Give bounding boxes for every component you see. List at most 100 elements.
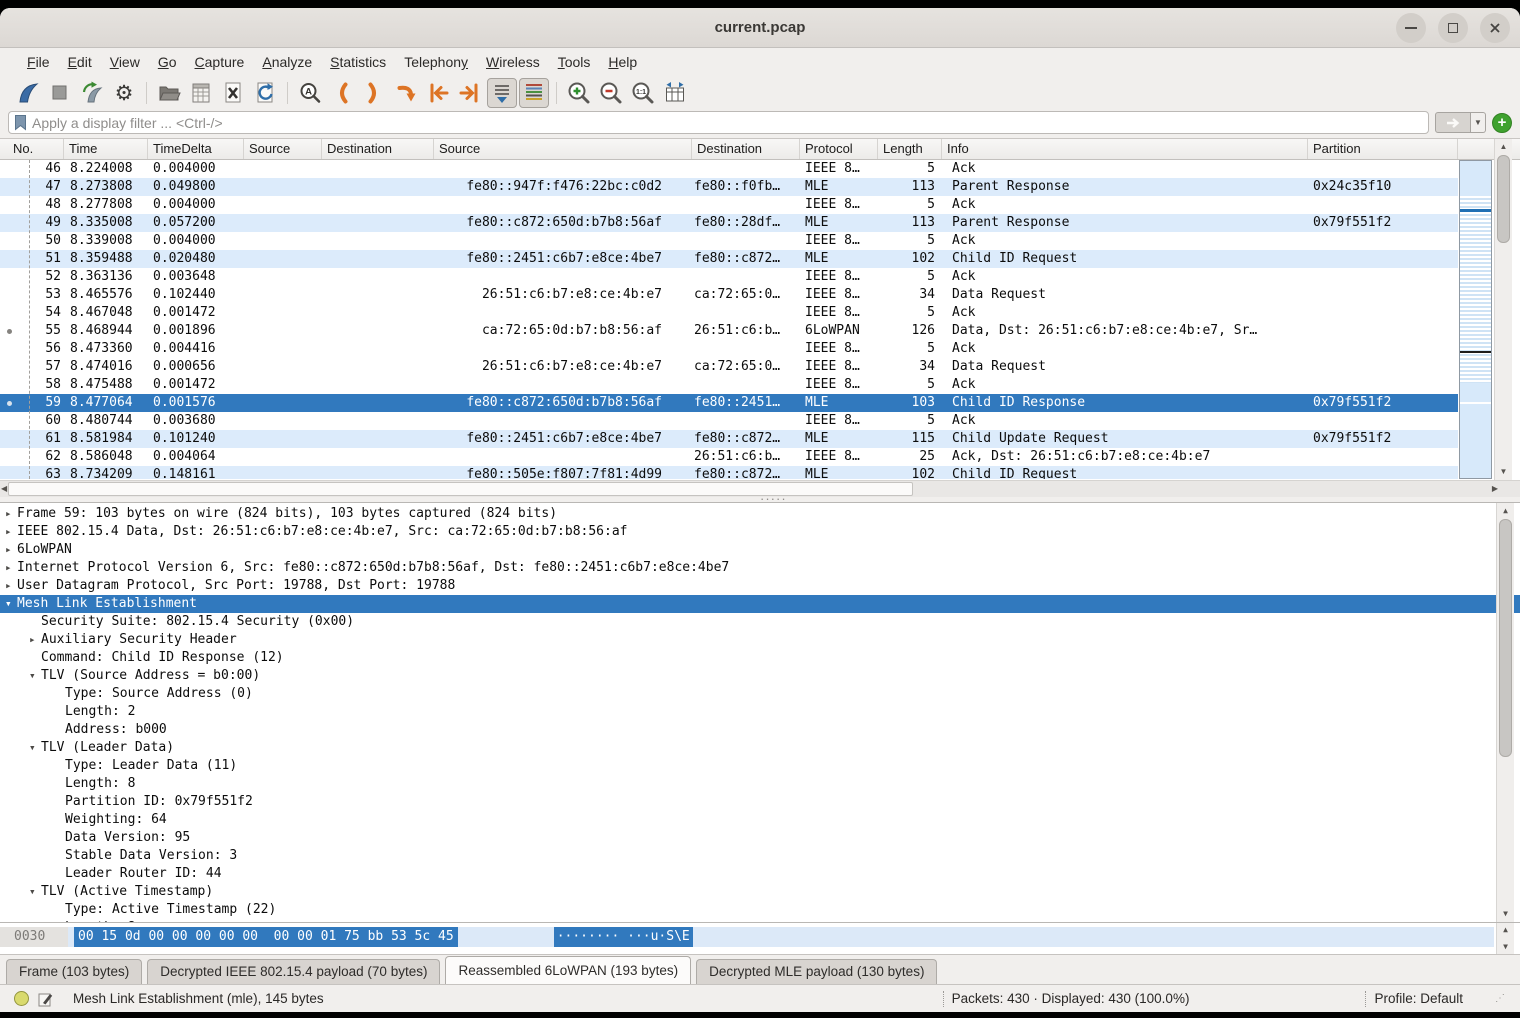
column-header-protocol[interactable]: Protocol bbox=[800, 139, 878, 159]
expand-closed-icon[interactable]: ▸ bbox=[0, 559, 17, 577]
start-capture-button[interactable] bbox=[13, 78, 43, 108]
menu-help[interactable]: Help bbox=[599, 50, 646, 74]
column-header-destination[interactable]: Destination bbox=[692, 139, 800, 159]
go-to-packet-button[interactable] bbox=[391, 78, 421, 108]
menu-capture[interactable]: Capture bbox=[186, 50, 254, 74]
detail-row[interactable]: ▸User Datagram Protocol, Src Port: 19788… bbox=[0, 577, 1520, 595]
next-packet-button[interactable] bbox=[359, 78, 389, 108]
scroll-up-arrow[interactable]: ▲ bbox=[1495, 140, 1512, 154]
detail-row[interactable]: ▾TLV (Source Address = b0:00) bbox=[0, 667, 1520, 685]
detail-row[interactable]: Data Version: 95 bbox=[0, 829, 1520, 847]
menu-statistics[interactable]: Statistics bbox=[321, 50, 395, 74]
zoom-original-button[interactable]: 1:1 bbox=[628, 78, 658, 108]
packet-row-47[interactable]: 478.2738080.049800fe80::947f:f476:22bc:c… bbox=[0, 178, 1458, 196]
expand-closed-icon[interactable]: ▸ bbox=[0, 523, 17, 541]
packet-row-46[interactable]: 468.2240080.004000IEEE 8…5Ack bbox=[0, 160, 1458, 178]
column-header-timedelta[interactable]: TimeDelta bbox=[148, 139, 244, 159]
resize-columns-button[interactable] bbox=[660, 78, 690, 108]
scroll-thumb[interactable] bbox=[1497, 155, 1510, 243]
close-button[interactable] bbox=[1480, 13, 1510, 43]
scroll-left-arrow[interactable]: ◀ bbox=[1, 481, 7, 497]
detail-row[interactable]: Type: Active Timestamp (22) bbox=[0, 901, 1520, 919]
open-file-button[interactable] bbox=[154, 78, 184, 108]
detail-row[interactable]: ▸Auxiliary Security Header bbox=[0, 631, 1520, 649]
capture-options-button[interactable]: ⚙ bbox=[109, 78, 139, 108]
capture-comment-icon[interactable] bbox=[37, 991, 53, 1007]
details-vscrollbar[interactable]: ▲ ▼ bbox=[1496, 503, 1514, 922]
packet-row-53[interactable]: 538.4655760.10244026:51:c6:b7:e8:ce:4b:e… bbox=[0, 286, 1458, 304]
menu-telephony[interactable]: Telephony bbox=[395, 50, 477, 74]
detail-row[interactable]: ▾TLV (Leader Data) bbox=[0, 739, 1520, 757]
expert-info-icon[interactable] bbox=[14, 991, 29, 1006]
hex-bytes-highlight[interactable]: 00 15 0d 00 00 00 00 00 00 00 01 75 bb 5… bbox=[74, 927, 458, 947]
expand-closed-icon[interactable]: ▸ bbox=[24, 631, 41, 649]
bytes-vscrollbar[interactable]: ▲ ▼ bbox=[1496, 923, 1514, 954]
zoom-in-button[interactable] bbox=[564, 78, 594, 108]
detail-row[interactable]: Length: 8 bbox=[0, 775, 1520, 793]
detail-row[interactable]: ▾TLV (Active Timestamp) bbox=[0, 883, 1520, 901]
scroll-down-arrow[interactable]: ▼ bbox=[1495, 465, 1512, 479]
detail-row[interactable]: Length: 2 bbox=[0, 703, 1520, 721]
hex-row[interactable]: 0030 00 15 0d 00 00 00 00 00 00 00 01 75… bbox=[0, 927, 1494, 947]
scroll-up-arrow[interactable]: ▲ bbox=[1497, 504, 1514, 518]
packet-row-61[interactable]: 618.5819840.101240fe80::2451:c6b7:e8ce:4… bbox=[0, 430, 1458, 448]
close-file-button[interactable] bbox=[218, 78, 248, 108]
menu-edit[interactable]: Edit bbox=[59, 50, 101, 74]
zoom-out-button[interactable] bbox=[596, 78, 626, 108]
byte-tab-decrypted[interactable]: Decrypted MLE payload (130 bytes) bbox=[696, 959, 937, 984]
menu-view[interactable]: View bbox=[101, 50, 149, 74]
detail-row[interactable]: Partition ID: 0x79f551f2 bbox=[0, 793, 1520, 811]
display-filter-field[interactable] bbox=[8, 111, 1429, 134]
expand-open-icon[interactable]: ▾ bbox=[24, 739, 41, 757]
menu-tools[interactable]: Tools bbox=[549, 50, 600, 74]
packet-list-vscrollbar[interactable]: ▲ ▼ bbox=[1494, 139, 1512, 480]
intelligent-scrollbar-minimap[interactable] bbox=[1459, 160, 1492, 479]
colorize-toggle[interactable] bbox=[519, 78, 549, 108]
save-file-button[interactable] bbox=[186, 78, 216, 108]
detail-row[interactable]: Weighting: 64 bbox=[0, 811, 1520, 829]
packet-row-57[interactable]: 578.4740160.00065626:51:c6:b7:e8:ce:4b:e… bbox=[0, 358, 1458, 376]
column-header-source[interactable]: Source bbox=[434, 139, 692, 159]
menu-analyze[interactable]: Analyze bbox=[253, 50, 321, 74]
expand-open-icon[interactable]: ▾ bbox=[24, 667, 41, 685]
byte-tab-frame[interactable]: Frame (103 bytes) bbox=[6, 959, 142, 984]
scroll-up-arrow[interactable]: ▲ bbox=[1497, 923, 1514, 937]
packet-row-49[interactable]: 498.3350080.057200fe80::c872:650d:b7b8:5… bbox=[0, 214, 1458, 232]
column-header-length[interactable]: Length bbox=[878, 139, 942, 159]
add-filter-button[interactable]: + bbox=[1492, 113, 1512, 133]
find-packet-button[interactable]: A bbox=[295, 78, 325, 108]
packet-row-59[interactable]: 598.4770640.001576fe80::c872:650d:b7b8:5… bbox=[0, 394, 1458, 412]
column-header-source[interactable]: Source bbox=[244, 139, 322, 159]
menu-wireless[interactable]: Wireless bbox=[477, 50, 549, 74]
auto-scroll-toggle[interactable] bbox=[487, 78, 517, 108]
packet-row-50[interactable]: 508.3390080.004000IEEE 8…5Ack bbox=[0, 232, 1458, 250]
byte-tab-decrypted[interactable]: Decrypted IEEE 802.15.4 payload (70 byte… bbox=[147, 959, 440, 984]
expand-open-icon[interactable]: ▾ bbox=[24, 883, 41, 901]
detail-row[interactable]: ▸Frame 59: 103 bytes on wire (824 bits),… bbox=[0, 505, 1520, 523]
maximize-button[interactable] bbox=[1438, 13, 1468, 43]
scroll-down-arrow[interactable]: ▼ bbox=[1497, 907, 1514, 921]
packet-row-54[interactable]: 548.4670480.001472IEEE 8…5Ack bbox=[0, 304, 1458, 322]
menu-go[interactable]: Go bbox=[149, 50, 186, 74]
scroll-down-arrow[interactable]: ▼ bbox=[1497, 940, 1514, 954]
detail-row[interactable]: Leader Router ID: 44 bbox=[0, 865, 1520, 883]
menu-file[interactable]: File bbox=[18, 50, 59, 74]
expand-closed-icon[interactable]: ▸ bbox=[0, 505, 17, 523]
detail-row[interactable]: Stable Data Version: 3 bbox=[0, 847, 1520, 865]
minimize-button[interactable] bbox=[1396, 13, 1426, 43]
packet-row-62[interactable]: 628.5860480.00406426:51:c6:b…IEEE 8…25Ac… bbox=[0, 448, 1458, 466]
detail-row[interactable]: Security Suite: 802.15.4 Security (0x00) bbox=[0, 613, 1520, 631]
packet-row-60[interactable]: 608.4807440.003680IEEE 8…5Ack bbox=[0, 412, 1458, 430]
column-header-partition[interactable]: Partition bbox=[1308, 139, 1458, 159]
packet-row-63[interactable]: 638.7342090.148161fe80::505e:f807:7f81:4… bbox=[0, 466, 1458, 479]
detail-row[interactable]: Type: Leader Data (11) bbox=[0, 757, 1520, 775]
column-header-destination[interactable]: Destination bbox=[322, 139, 434, 159]
expand-closed-icon[interactable]: ▸ bbox=[0, 577, 17, 595]
resize-grip[interactable]: ⋰ bbox=[1495, 993, 1506, 1004]
detail-row[interactable]: ▸IEEE 802.15.4 Data, Dst: 26:51:c6:b7:e8… bbox=[0, 523, 1520, 541]
stop-capture-button[interactable] bbox=[45, 78, 75, 108]
column-header-no[interactable]: No. bbox=[0, 139, 64, 159]
column-header-info[interactable]: Info bbox=[942, 139, 1308, 159]
packet-row-58[interactable]: 588.4754880.001472IEEE 8…5Ack bbox=[0, 376, 1458, 394]
hex-ascii-highlight[interactable]: ········ ···u·S\E bbox=[554, 927, 693, 947]
